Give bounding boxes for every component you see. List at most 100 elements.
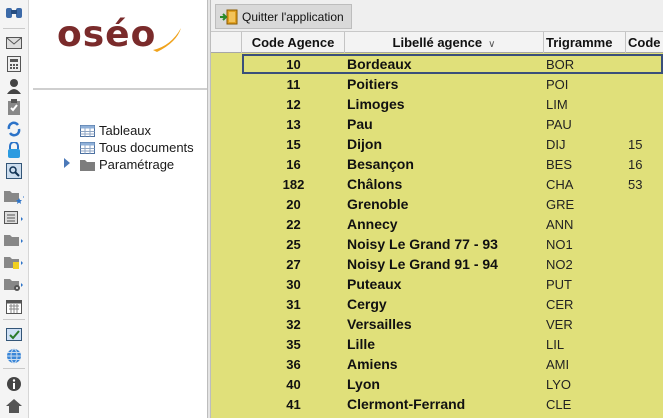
cell-trigramme: BES [546,156,573,172]
cell-libelle-agence: Grenoble [347,196,409,212]
table-row[interactable]: 30 Puteaux PUT [211,274,663,294]
cell-code-agence: 31 [286,296,301,312]
table-row[interactable]: 40 Lyon LYO [211,374,663,394]
cell-trigramme: BOR [546,56,575,72]
icon-rail [0,0,29,418]
search-window-icon[interactable] [4,161,24,181]
table-row[interactable]: 15 Dijon DIJ 15 [211,134,663,154]
folder-icon[interactable] [4,230,24,250]
home-icon[interactable] [4,396,24,416]
toolbar: Quitter l'application [211,0,663,32]
table-row[interactable]: 31 Cergy CER [211,294,663,314]
cell-code-agence: 182 [282,176,305,192]
cell-libelle-agence: Puteaux [347,276,402,292]
table-row[interactable]: 20 Grenoble GRE [211,194,663,214]
cell-trigramme: ANN [546,216,574,232]
table-row[interactable]: 22 Annecy ANN [211,214,663,234]
column-header-code-agence[interactable]: Code Agence [242,32,345,53]
cell-libelle-agence: Dijon [347,136,382,152]
folder-gear-icon[interactable] [4,274,24,294]
navigation-panel: oséo Tableaux Tous documents Paramétrage [29,0,207,418]
table-row[interactable]: 10 Bordeaux BOR [242,54,663,74]
table-row[interactable]: 27 Noisy Le Grand 91 - 94 NO2 [211,254,663,274]
cell-libelle-agence: Lille [347,336,376,352]
quit-application-button[interactable]: Quitter l'application [215,4,352,29]
list-window-icon[interactable] [4,208,24,228]
cell-trigramme: POI [546,76,569,92]
logo-swoosh-icon [153,28,181,52]
cell-code-agence: 20 [286,196,301,212]
table-row[interactable]: 41 Clermont-Ferrand CLE [211,394,663,414]
cell-code: 15 [628,136,643,152]
check-window-icon[interactable] [4,324,24,344]
tree-item-tableaux[interactable]: Tableaux [79,122,151,139]
cell-libelle-agence: Cergy [347,296,387,312]
main-panel: Quitter l'application Code Agence Libell… [211,0,663,418]
cell-code-agence: 40 [286,376,301,392]
cell-libelle-agence: Noisy Le Grand 91 - 94 [347,256,498,272]
cell-code-agence: 10 [286,56,301,72]
cell-libelle-agence: Besançon [347,156,414,172]
info-icon[interactable] [4,374,24,394]
table-icon [79,141,95,155]
cell-code-agence: 32 [286,316,301,332]
table-row[interactable]: 11 Poitiers POI [211,74,663,94]
globe-icon[interactable] [4,346,24,366]
sort-down-icon: ∨ [488,39,496,50]
cell-code-agence: 11 [286,76,301,92]
cell-trigramme: NO1 [546,236,573,252]
grid-header: Code Agence Libellé agence ∨ Trigramme Co… [211,32,663,53]
column-header-label: Libellé agence [392,35,483,50]
cell-libelle-agence: Limoges [347,96,405,112]
table-row[interactable]: 36 Amiens AMI [211,354,663,374]
expand-arrow-icon[interactable] [64,158,70,168]
cell-trigramme: CER [546,296,574,312]
cell-code-agence: 41 [286,396,301,412]
cell-trigramme: GRE [546,196,575,212]
cell-trigramme: LIL [546,336,565,352]
column-header-trigramme[interactable]: Trigramme [544,32,626,53]
calculator-icon[interactable] [4,54,24,74]
tree-item-parametrage[interactable]: Paramétrage [79,156,174,173]
table-row[interactable]: 25 Noisy Le Grand 77 - 93 NO1 [211,234,663,254]
table-row[interactable]: 12 Limoges LIM [211,94,663,114]
cell-trigramme: LIM [546,96,568,112]
cell-code-agence: 13 [286,116,301,132]
cell-trigramme: DIJ [546,136,566,152]
tree-item-tous-documents[interactable]: Tous documents [79,139,194,156]
column-header-code[interactable]: Code [626,32,663,53]
cell-libelle-agence: Amiens [347,356,398,372]
table-row[interactable]: 13 Pau PAU [211,114,663,134]
table-row[interactable]: 35 Lille LIL [211,334,663,354]
user-icon[interactable] [4,76,24,96]
quit-application-label: Quitter l'application [242,9,344,24]
folder-star-icon[interactable] [4,186,24,206]
tree-item-label: Tableaux [99,123,152,138]
cell-code-agence: 36 [286,356,301,372]
folder-note-icon[interactable] [4,252,24,272]
table-row[interactable]: 32 Versailles VER [211,314,663,334]
lock-icon[interactable] [4,140,24,160]
cell-libelle-agence: Lyon [347,376,380,392]
cell-trigramme: PUT [546,276,572,292]
table-row[interactable]: 16 Besançon BES 16 [211,154,663,174]
calendar-icon[interactable] [4,296,24,316]
cell-code-agence: 30 [286,276,301,292]
clipboard-icon[interactable] [4,97,24,117]
table-row[interactable]: 182 Châlons CHA 53 [211,174,663,194]
cell-libelle-agence: Annecy [347,216,398,232]
binoculars-icon[interactable] [4,2,24,22]
sync-icon[interactable] [4,119,24,139]
tree-item-label: Tous documents [99,140,194,155]
cell-code-agence: 22 [286,216,301,232]
cell-libelle-agence: Pau [347,116,373,132]
cell-code-agence: 35 [286,336,301,352]
mail-icon[interactable] [4,33,24,53]
cell-code-agence: 27 [286,256,301,272]
exit-door-icon [220,9,238,24]
row-header-corner [211,32,242,53]
table-icon [79,124,95,138]
cell-code-agence: 25 [286,236,301,252]
cell-code-agence: 16 [286,156,301,172]
column-header-libelle-agence[interactable]: Libellé agence ∨ [345,32,544,53]
